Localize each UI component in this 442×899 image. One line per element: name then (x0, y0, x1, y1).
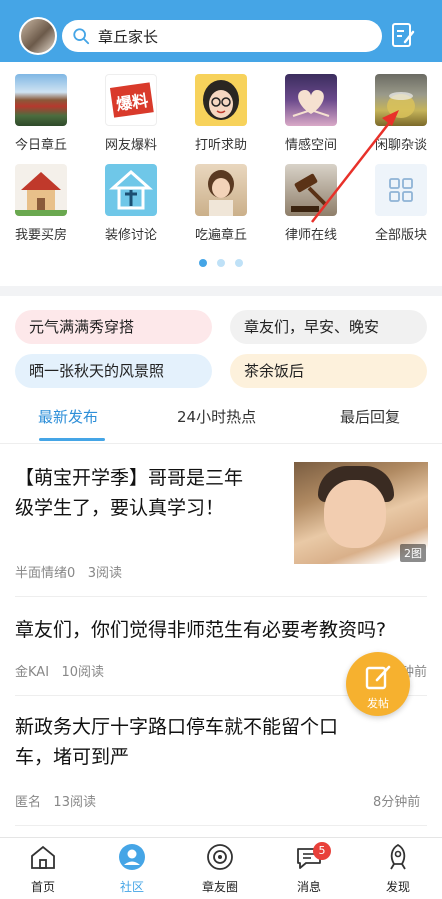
post-meta: 金KAI 10阅读 (15, 661, 104, 680)
nav-label: 发现 (385, 880, 410, 894)
post-reads: 13阅读 (53, 795, 96, 810)
post-divider (15, 825, 427, 826)
food-girl-icon (195, 164, 247, 216)
forum-label: 律师在线 (284, 228, 337, 243)
post-thumbnail[interactable]: 2图 (294, 462, 428, 564)
home-icon (31, 845, 55, 869)
forum-item-chat[interactable]: 闲聊杂谈 (361, 74, 441, 153)
feed-tabs: 最新发布 24小时热点 最后回复 (0, 400, 442, 444)
page-indicator (0, 259, 442, 267)
topic-chip-label: 晒一张秋天的风景照 (29, 362, 165, 380)
nav-community[interactable]: 社区 (102, 842, 162, 895)
forum-grid: 今日章丘 爆料 网友爆料 打听求助 情感空间 闲聊杂谈 我要买房 装修讨论 吃遍… (0, 62, 442, 284)
image-count-badge: 2图 (400, 544, 426, 562)
forum-label: 我要买房 (14, 228, 67, 243)
forum-label: 情感空间 (284, 138, 337, 153)
search-text: 章丘家长 (98, 27, 159, 46)
post-reads: 3阅读 (87, 566, 122, 581)
forum-item-decoration[interactable]: 装修讨论 (91, 164, 171, 243)
page-dot[interactable] (217, 259, 225, 267)
question-girl-icon (195, 74, 247, 126)
topic-chip[interactable]: 元气满满秀穿搭 (15, 310, 212, 344)
nav-label: 社区 (119, 880, 144, 894)
tab-hot-24h[interactable]: 24小时热点 (177, 406, 256, 427)
post-author: 金KAI (15, 665, 50, 680)
post-title: 新政务大厅十字路口停车就不能留个口 车，堵可到严 (15, 716, 339, 768)
bottom-nav: 首页 社区 章友圈 5 消息 发现 (0, 837, 442, 899)
topic-chip-label: 章友们，早安、晚安 (244, 318, 380, 336)
nav-home[interactable]: 首页 (13, 842, 73, 895)
grid-icon (375, 164, 427, 216)
search-bar[interactable]: 章丘家长 (62, 20, 382, 52)
post-title: 章友们，你们觉得非师范生有必要考教资吗? (15, 619, 387, 641)
gavel-icon (285, 164, 337, 216)
forum-item-lawyer[interactable]: 律师在线 (271, 164, 351, 243)
topic-chip[interactable]: 晒一张秋天的风景照 (15, 354, 212, 388)
post-reads: 10阅读 (61, 665, 104, 680)
forum-label: 今日章丘 (14, 138, 67, 153)
post-author: 半面情绪0 (15, 566, 76, 581)
forum-item-house[interactable]: 我要买房 (1, 164, 81, 243)
nav-label: 消息 (296, 880, 321, 894)
post-divider (15, 596, 427, 597)
tab-underline (39, 438, 105, 441)
forum-label: 全部版块 (374, 228, 427, 243)
tab-latest[interactable]: 最新发布 (38, 406, 98, 427)
new-post-label: 发帖 (367, 697, 389, 710)
post-meta: 匿名 13阅读 (15, 791, 96, 810)
camera-circle-icon (207, 844, 233, 870)
forum-item-food[interactable]: 吃遍章丘 (181, 164, 261, 243)
top-bar: 章丘家长 (0, 0, 442, 62)
nav-label: 首页 (30, 880, 55, 894)
forum-label: 网友爆料 (104, 138, 157, 153)
compose-icon[interactable] (391, 22, 415, 48)
forum-item-today[interactable]: 今日章丘 (1, 74, 81, 153)
topic-chip-label: 元气满满秀穿搭 (29, 318, 135, 336)
topic-chip[interactable]: 茶余饭后 (230, 354, 427, 388)
forum-label: 打听求助 (194, 138, 247, 153)
tea-cup-icon (375, 74, 427, 126)
new-post-button[interactable]: 发帖 (346, 652, 410, 716)
house-icon (15, 164, 67, 216)
nav-label: 章友圈 (201, 880, 238, 894)
search-icon (73, 28, 90, 45)
forum-item-emotion[interactable]: 情感空间 (271, 74, 351, 153)
user-avatar[interactable] (19, 17, 57, 55)
nav-discover[interactable]: 发现 (368, 842, 428, 895)
community-icon (119, 844, 145, 870)
baoliao-logo-icon: 爆料 (105, 74, 157, 126)
heart-book-icon (285, 74, 337, 126)
forum-item-help[interactable]: 打听求助 (181, 74, 261, 153)
city-photo-icon (15, 74, 67, 126)
post-author: 匿名 (15, 795, 42, 810)
nav-messages[interactable]: 5 消息 (279, 842, 339, 895)
post-title: 【萌宝开学季】哥哥是三年 级学生了，要认真学习！ (15, 467, 244, 519)
post-meta: 半面情绪0 3阅读 (15, 562, 122, 581)
decoration-logo-icon (105, 164, 157, 216)
tab-last-reply[interactable]: 最后回复 (340, 406, 400, 427)
pencil-icon (365, 665, 391, 690)
forum-label: 装修讨论 (104, 228, 157, 243)
page-dot-active[interactable] (199, 259, 207, 267)
unread-badge: 5 (313, 842, 331, 860)
post-time: 8分钟前 (373, 795, 421, 810)
forum-label: 吃遍章丘 (194, 228, 247, 243)
app-root: 章丘家长 今日章丘 爆料 网友爆料 打听求助 情感空间 闲聊杂谈 我要买房 装修… (0, 0, 442, 899)
section-divider (0, 286, 442, 296)
forum-item-all[interactable]: 全部版块 (361, 164, 441, 243)
forum-item-baoliao[interactable]: 爆料 网友爆料 (91, 74, 171, 153)
topic-chip-label: 茶余饭后 (244, 362, 305, 380)
topic-chip[interactable]: 章友们，早安、晚安 (230, 310, 427, 344)
page-dot[interactable] (235, 259, 243, 267)
forum-label: 闲聊杂谈 (374, 138, 427, 153)
rocket-icon (390, 843, 406, 870)
nav-circle[interactable]: 章友圈 (190, 842, 250, 895)
